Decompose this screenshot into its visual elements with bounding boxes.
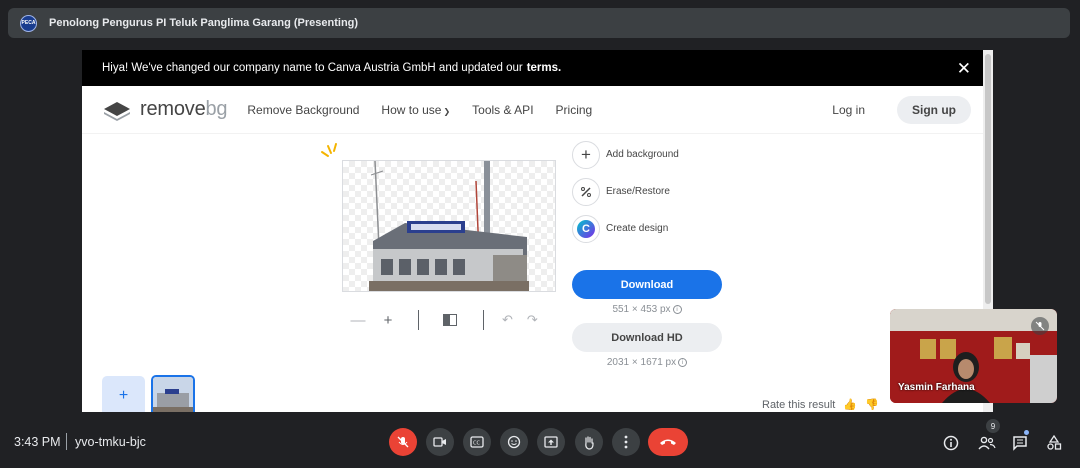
info-icon[interactable]: i xyxy=(678,357,688,367)
site-navbar: removebg Remove Background How to use ❯ T… xyxy=(82,86,993,134)
organization-logo: PECA xyxy=(20,14,37,32)
raise-hand-button[interactable] xyxy=(575,428,603,456)
people-button[interactable] xyxy=(976,432,998,454)
toolbar-divider xyxy=(483,310,484,330)
hand-icon xyxy=(585,435,594,450)
people-icon xyxy=(978,436,996,450)
shapes-icon xyxy=(1047,435,1062,450)
divider xyxy=(66,433,67,450)
thumbs-down-icon[interactable]: 👎 xyxy=(865,398,879,411)
scrollbar-thumb[interactable] xyxy=(985,54,991,304)
self-video-tile[interactable]: Yasmin Farhana xyxy=(890,309,1057,403)
download-size: 551 × 453 px i xyxy=(572,304,722,315)
add-background-button[interactable]: + Add background xyxy=(572,136,722,173)
result-preview-image xyxy=(342,160,556,292)
brush-icon xyxy=(572,177,600,206)
add-background-label: Add background xyxy=(606,149,679,160)
signup-button[interactable]: Sign up xyxy=(897,96,971,124)
more-options-button[interactable] xyxy=(612,428,640,456)
nav-how-to-use[interactable]: How to use ❯ xyxy=(381,103,450,117)
zoom-toolbar: — + ↶ ↷ xyxy=(348,308,548,332)
present-icon xyxy=(544,436,558,448)
download-hd-button[interactable]: Download HD xyxy=(572,323,722,352)
clock: 3:43 PM xyxy=(14,435,61,449)
mic-off-icon xyxy=(397,436,409,448)
building-photo xyxy=(369,161,529,291)
removebg-logo[interactable]: removebg xyxy=(102,98,228,121)
toolbar-divider xyxy=(418,310,419,330)
chevron-down-icon: ❯ xyxy=(443,106,451,116)
mic-toggle-button[interactable] xyxy=(389,428,417,456)
canva-icon: C xyxy=(572,214,600,243)
notice-banner: Hiya! We've changed our company name to … xyxy=(82,50,993,86)
svg-text:CC: CC xyxy=(473,441,480,447)
info-icon[interactable]: i xyxy=(672,304,682,314)
nav-pricing[interactable]: Pricing xyxy=(556,103,593,117)
redo-icon[interactable]: ↷ xyxy=(527,312,538,328)
self-name-label: Yasmin Farhana xyxy=(898,382,975,393)
download-button[interactable]: Download xyxy=(572,270,722,299)
compare-icon[interactable] xyxy=(443,314,457,326)
plus-icon: + xyxy=(572,140,600,169)
add-image-button[interactable]: + xyxy=(102,376,145,412)
nav-remove-background[interactable]: Remove Background xyxy=(247,103,359,117)
terms-link[interactable]: terms. xyxy=(527,62,562,74)
undo-icon[interactable]: ↶ xyxy=(502,312,513,328)
create-design-button[interactable]: C Create design xyxy=(572,210,722,247)
leave-call-button[interactable] xyxy=(648,428,688,456)
login-link[interactable]: Log in xyxy=(832,103,865,117)
unread-dot xyxy=(1024,430,1029,435)
present-screen-button[interactable] xyxy=(537,428,565,456)
meet-topbar: PECA Penolong Pengurus PI Teluk Panglima… xyxy=(8,8,1070,38)
emoji-icon xyxy=(507,435,521,449)
notice-text: Hiya! We've changed our company name to … xyxy=(102,62,523,74)
activities-button[interactable] xyxy=(1043,432,1065,454)
camera-toggle-button[interactable] xyxy=(426,428,454,456)
info-icon xyxy=(943,435,959,451)
layers-icon xyxy=(104,101,130,121)
camera-icon xyxy=(433,437,446,447)
erase-restore-label: Erase/Restore xyxy=(606,186,670,197)
close-icon[interactable]: ✕ xyxy=(957,59,971,79)
mic-off-icon xyxy=(1031,317,1049,335)
phone-hangup-icon xyxy=(660,439,676,445)
meeting-code: yvo-tmku-bjc xyxy=(75,435,146,449)
meeting-details-button[interactable] xyxy=(940,432,962,454)
thumbnail-photo xyxy=(153,377,193,412)
more-vert-icon xyxy=(624,435,628,449)
zoom-out-icon[interactable]: — xyxy=(348,312,368,329)
download-hd-size: 2031 × 1671 px i xyxy=(572,357,722,368)
captions-icon: CC xyxy=(470,436,484,448)
thumbs-up-icon[interactable]: 👍 xyxy=(843,398,857,411)
sparkle-icon xyxy=(321,143,337,157)
participant-count-badge: 9 xyxy=(986,419,1000,433)
chat-button[interactable] xyxy=(1009,432,1031,454)
chat-icon xyxy=(1013,436,1027,451)
reactions-button[interactable] xyxy=(500,428,528,456)
logo-text-remove: remove xyxy=(140,98,206,120)
logo-text-bg: bg xyxy=(205,98,228,120)
presenter-title: Penolong Pengurus PI Teluk Panglima Gara… xyxy=(49,17,359,29)
rate-result: Rate this result 👍 👎 xyxy=(762,398,879,412)
shared-screen: Hiya! We've changed our company name to … xyxy=(82,50,993,412)
rate-label: Rate this result xyxy=(762,398,836,411)
nav-tools-api[interactable]: Tools & API xyxy=(472,103,533,117)
image-thumbnail[interactable] xyxy=(151,375,195,412)
erase-restore-button[interactable]: Erase/Restore xyxy=(572,173,722,210)
zoom-in-icon[interactable]: + xyxy=(378,312,398,329)
create-design-label: Create design xyxy=(606,223,669,234)
captions-button[interactable]: CC xyxy=(463,428,491,456)
